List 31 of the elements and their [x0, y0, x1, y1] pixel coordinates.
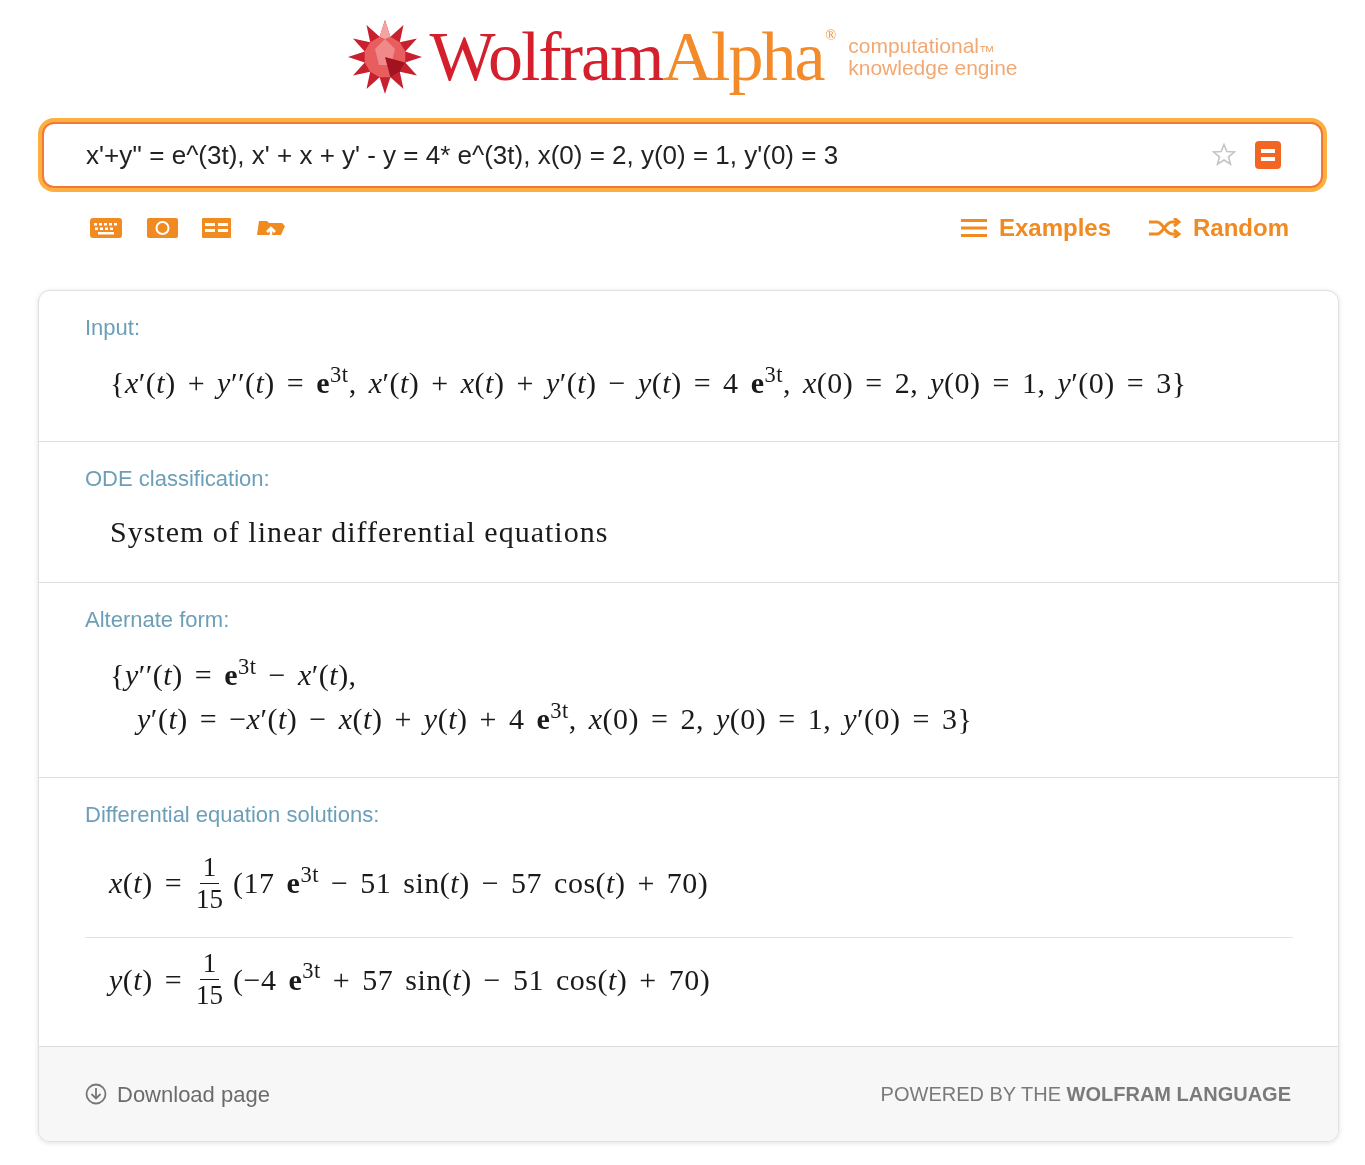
search-field[interactable]: x'+y'' = e^(3t), x' + x + y' - y = 4* e^(3t), x(0) = 2, y(0) = 1, y'(0) = 3	[38, 118, 1327, 192]
download-link[interactable]: Download page	[85, 1077, 270, 1111]
table-icon[interactable]	[202, 218, 231, 238]
logo-wordmark: WolframAlpha®	[429, 17, 835, 97]
keyboard-icon[interactable]	[90, 218, 122, 238]
fraction-numerator: 1	[199, 948, 220, 980]
fraction-denominator: 15	[196, 980, 224, 1011]
pod-title: Differential equation solutions:	[85, 802, 381, 828]
tagline-text: computational$_{™}$	[848, 35, 996, 57]
math-formula: {y′′(t) = e$^{3t}$ − x′(t),	[109, 653, 357, 693]
math-formula: {x′(t) + y′′(t) = e$^{3t}$, x′(t) + x(t) + y′(t) − y(t) = 4 e$^{3t}$, x(0) = 2, y(0) = 1, y′(0) = 3}	[109, 361, 1187, 401]
download-icon	[85, 1083, 107, 1105]
random-button[interactable]: Random	[1149, 210, 1289, 246]
pod-title: Input:	[85, 315, 142, 341]
shuffle-icon	[1149, 218, 1181, 238]
pod-title: Alternate form:	[85, 607, 231, 633]
formula-text: (−4 e$^{3t}$ + 57 sin(t) − 51 cos(t) + 70)	[233, 959, 711, 998]
menu-icon	[960, 218, 987, 238]
formula-text: x(t) =	[109, 865, 183, 901]
classification-text: System of linear differential equations	[109, 514, 609, 550]
fraction-denominator: 15	[196, 883, 224, 915]
examples-button[interactable]: Examples	[960, 210, 1111, 246]
math-formula: y′(t) = −x′(t) − x(t) + y(t) + 4 e$^{3t}$, x(0) = 2, y(0) = 1, y′(0) = 3}	[85, 697, 973, 741]
equals-icon[interactable]	[1255, 141, 1281, 169]
fraction-numerator: 1	[199, 851, 220, 884]
tagline-text: knowledge engine	[848, 57, 1018, 79]
camera-icon[interactable]	[147, 218, 178, 238]
pod-title: ODE classification:	[85, 466, 271, 492]
powered-by-text: POWERED BY THE WOLFRAM LANGUAGE	[880, 1082, 1291, 1107]
formula-text: (17 e$^{3t}$ − 51 sin(t) − 57 cos(t) + 70)	[233, 863, 709, 901]
star-icon[interactable]	[1212, 143, 1236, 167]
